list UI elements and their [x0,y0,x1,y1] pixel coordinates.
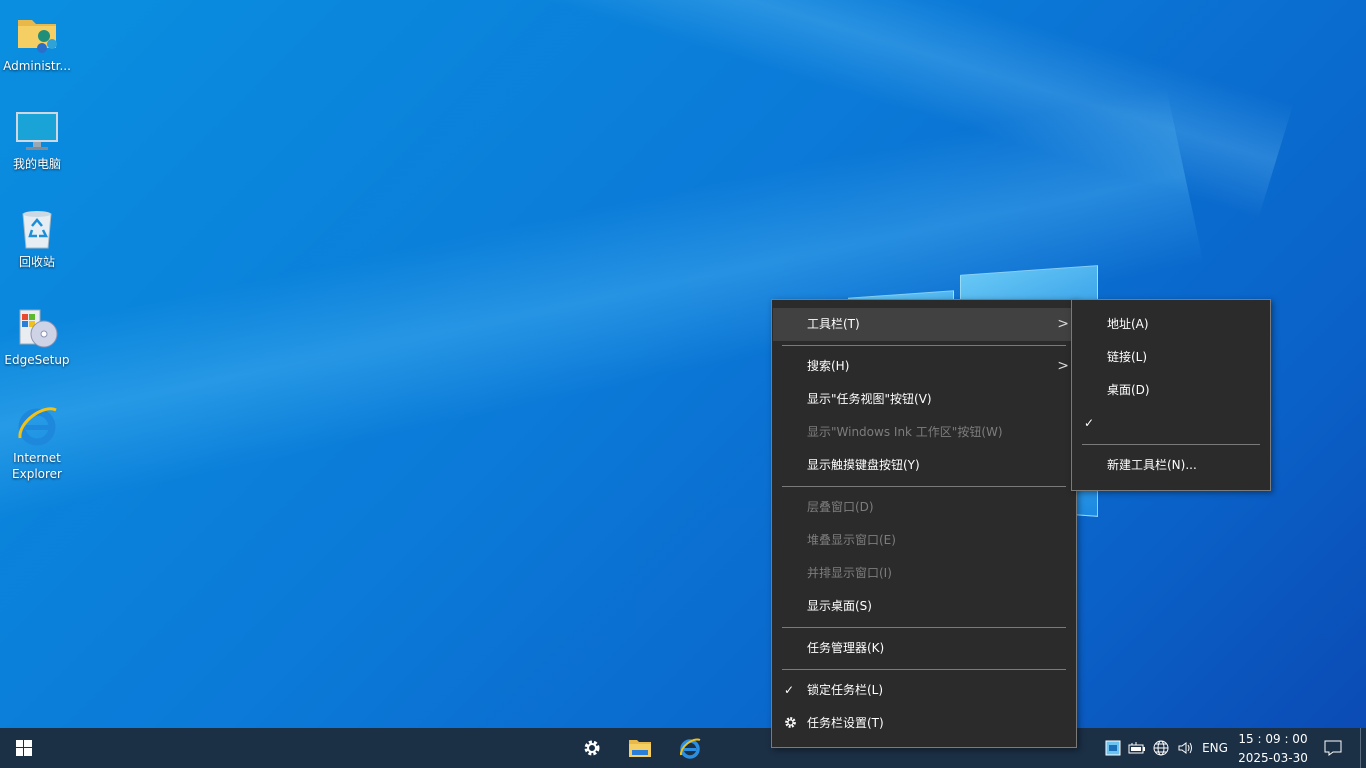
clock-date: 2025-03-30 [1238,751,1308,765]
windows-start-icon [16,740,32,756]
menu-item-label: 并排显示窗口(I) [807,566,892,580]
menu-item-label: 显示"Windows Ink 工作区"按钮(W) [807,425,1003,439]
menu-item-task-manager[interactable]: 任务管理器(K) [773,632,1075,665]
taskbar-clock[interactable]: 15 : 09 : 00 2025-03-30 [1232,728,1314,768]
menu-separator [782,627,1066,628]
desktop-icon-label: EdgeSetup [4,353,70,367]
checkmark-icon: ✓ [1084,416,1095,430]
internet-explorer-icon [14,402,60,448]
chevron-right-icon: > [1057,316,1069,332]
menu-item-label: 层叠窗口(D) [807,500,874,514]
desktop-icon-administrator[interactable]: Administr... [2,10,72,74]
menu-item-touch-keyboard[interactable]: 显示触摸键盘按钮(Y) [773,449,1075,482]
tray-app-icon[interactable] [1104,739,1122,757]
menu-item-label: 地址(A) [1107,317,1149,331]
menu-item-ink-workspace: 显示"Windows Ink 工作区"按钮(W) [773,416,1075,449]
submenu-item-checked-toolbar[interactable]: ✓ [1073,407,1269,440]
desktop-icon-recycle-bin[interactable]: 回收站 [2,206,72,270]
menu-item-label: 搜索(H) [807,359,850,373]
desktop-icon-label: 我的电脑 [12,157,61,171]
chevron-right-icon: > [1057,358,1069,374]
menu-item-lock-taskbar[interactable]: ✓ 锁定任务栏(L) [773,674,1075,707]
menu-separator [782,345,1066,346]
gear-icon [584,740,600,756]
volume-icon[interactable] [1176,739,1194,757]
desktop-icon-internet-explorer[interactable]: Internet Explorer [2,402,72,482]
menu-item-taskbar-settings[interactable]: 任务栏设置(T) [773,707,1075,740]
user-folder-icon [14,10,60,56]
menu-item-label: 链接(L) [1107,350,1148,364]
desktop-icon-edgesetup[interactable]: EdgeSetup [2,304,72,368]
taskbar[interactable]: ENG 15 : 09 : 00 2025-03-30 [0,728,1366,768]
submenu-item-new-toolbar[interactable]: 新建工具栏(N)... [1073,449,1269,482]
installer-disc-icon [14,304,60,350]
menu-item-search[interactable]: 搜索(H) > [773,350,1075,383]
menu-item-label: 任务管理器(K) [807,641,885,655]
desktop-icon-label: Administr... [3,59,71,73]
network-globe-icon[interactable] [1152,739,1170,757]
notification-center-icon[interactable] [1324,739,1342,757]
folder-icon [629,740,651,757]
internet-explorer-icon [680,738,701,759]
taskbar-internet-explorer[interactable] [666,728,714,768]
menu-separator [1082,444,1260,445]
menu-item-label: 新建工具栏(N)... [1107,458,1197,472]
start-button[interactable] [0,728,48,768]
checkmark-icon: ✓ [784,683,795,697]
recycle-bin-icon [14,206,60,252]
submenu-item-address[interactable]: 地址(A) [1073,308,1269,341]
submenu-item-desktop[interactable]: 桌面(D) [1073,374,1269,407]
menu-item-side-by-side: 并排显示窗口(I) [773,557,1075,590]
gear-icon [784,707,797,740]
menu-item-label: 显示桌面(S) [807,599,872,613]
taskbar-context-menu: 工具栏(T) > 搜索(H) > 显示"任务视图"按钮(V) 显示"Window… [771,299,1077,748]
menu-item-label: 堆叠显示窗口(E) [807,533,896,547]
taskbar-file-explorer[interactable] [616,728,664,768]
menu-item-stacked-windows: 堆叠显示窗口(E) [773,524,1075,557]
computer-monitor-icon [14,108,60,154]
battery-icon[interactable] [1128,739,1146,757]
toolbars-submenu: 地址(A) 链接(L) 桌面(D) ✓ 新建工具栏(N)... [1071,299,1271,491]
menu-item-label: 锁定任务栏(L) [807,683,884,697]
taskbar-settings-app[interactable] [568,728,616,768]
menu-item-cascade-windows: 层叠窗口(D) [773,491,1075,524]
desktop-icon-my-computer[interactable]: 我的电脑 [2,108,72,172]
menu-item-toolbars[interactable]: 工具栏(T) > [773,308,1075,341]
menu-item-task-view[interactable]: 显示"任务视图"按钮(V) [773,383,1075,416]
menu-item-show-desktop[interactable]: 显示桌面(S) [773,590,1075,623]
menu-separator [782,486,1066,487]
menu-item-label: 桌面(D) [1107,383,1150,397]
desktop-icon-label: 回收站 [18,255,55,269]
menu-item-label: 任务栏设置(T) [807,716,884,730]
clock-time: 15 : 09 : 00 [1238,732,1308,746]
submenu-item-links[interactable]: 链接(L) [1073,341,1269,374]
input-language-indicator[interactable]: ENG [1200,728,1230,768]
menu-item-label: 工具栏(T) [807,317,860,331]
menu-item-label: 显示触摸键盘按钮(Y) [807,458,920,472]
menu-item-label: 显示"任务视图"按钮(V) [807,392,932,406]
wallpaper-light-beam [206,0,1294,219]
menu-separator [782,669,1066,670]
show-desktop-button[interactable] [1360,728,1361,768]
desktop-icon-label: Internet Explorer [12,451,62,481]
